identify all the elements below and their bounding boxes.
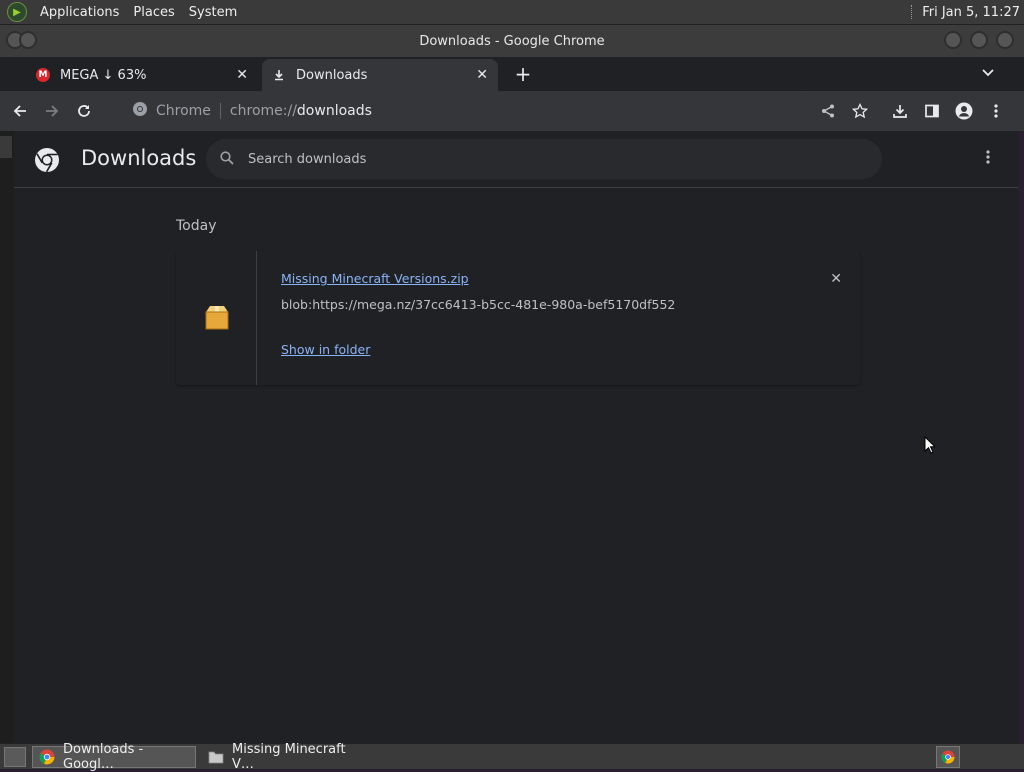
menu-system[interactable]: System (182, 5, 244, 20)
new-tab-button[interactable]: + (512, 63, 534, 85)
url-scheme: chrome:// (229, 103, 297, 119)
downloads-page: Downloads Today Missing Minecraft Versio… (14, 131, 1018, 743)
panel-separator (911, 5, 914, 19)
remove-from-list-icon[interactable]: ✕ (830, 271, 842, 287)
omnibox[interactable]: Chrome chrome://downloads (124, 95, 814, 127)
close-window-icon[interactable] (996, 31, 1014, 49)
folder-icon (208, 749, 224, 765)
clock[interactable]: Fri Jan 5, 11:27 (922, 5, 1020, 20)
toolbar-actions (812, 95, 1012, 127)
omnibox-divider (219, 103, 221, 119)
more-actions-icon[interactable] (986, 149, 990, 169)
search-input[interactable] (246, 150, 810, 168)
downloads-header: Downloads (14, 131, 1018, 188)
desktop-taskbar: Downloads - Googl… Missing Minecraft V… (0, 742, 1024, 772)
download-source-url: blob:https://mega.nz/37cc6413-b5cc-481e-… (281, 297, 676, 312)
background-window-edge (0, 131, 14, 743)
file-icon-column (176, 251, 257, 385)
page-title: Downloads (81, 146, 197, 170)
desktop-top-panel: ▶ Applications Places System Fri Jan 5, … (0, 0, 1024, 25)
taskbar-item-chrome[interactable]: Downloads - Googl… (32, 742, 196, 772)
site-chip-label: Chrome (156, 103, 211, 119)
background-window-fragment (0, 136, 12, 158)
menu-places[interactable]: Places (126, 5, 181, 20)
window-titlebar[interactable]: Downloads - Google Chrome (0, 25, 1024, 57)
minimize-icon[interactable] (944, 31, 962, 49)
window-shade-icon[interactable] (19, 31, 37, 49)
bookmark-star-icon[interactable] (844, 95, 876, 127)
taskbar-item-label: Downloads - Googl… (63, 741, 144, 772)
tab-downloads[interactable]: Downloads ✕ (262, 59, 498, 91)
chrome-logo-icon (34, 147, 60, 177)
profile-avatar-icon[interactable] (948, 95, 980, 127)
download-item: Missing Minecraft Versions.zip blob:http… (176, 251, 860, 385)
close-tab-icon[interactable]: ✕ (476, 67, 488, 83)
mega-icon: M (36, 68, 50, 82)
zip-archive-icon (204, 303, 230, 335)
window-title: Downloads - Google Chrome (419, 33, 605, 49)
close-tab-icon[interactable]: ✕ (236, 67, 248, 83)
distro-logo-icon[interactable]: ▶ (7, 2, 27, 22)
chrome-icon (39, 749, 55, 765)
show-desktop-icon[interactable] (4, 746, 26, 767)
chrome-site-icon (132, 101, 148, 121)
download-file-name-link[interactable]: Missing Minecraft Versions.zip (281, 271, 469, 286)
search-downloads-field[interactable] (206, 139, 882, 179)
back-icon[interactable] (4, 95, 36, 127)
show-in-folder-link[interactable]: Show in folder (281, 342, 370, 357)
tab-strip: M MEGA ↓ 63% ✕ Downloads ✕ + (0, 57, 1024, 91)
tab-label: MEGA ↓ 63% (60, 67, 147, 83)
menu-applications[interactable]: Applications (33, 5, 126, 20)
maximize-icon[interactable] (970, 31, 988, 49)
chrome-menu-icon[interactable] (980, 95, 1012, 127)
forward-icon[interactable] (36, 95, 68, 127)
browser-toolbar: Chrome chrome://downloads (0, 91, 1024, 131)
tab-label: Downloads (296, 67, 368, 83)
url-host: downloads (296, 103, 372, 119)
tab-search-icon[interactable] (982, 66, 994, 80)
mouse-cursor-icon (924, 435, 937, 458)
search-icon (220, 150, 234, 169)
downloads-toolbar-icon[interactable] (884, 95, 916, 127)
side-panel-icon[interactable] (916, 95, 948, 127)
date-header: Today (176, 218, 217, 234)
download-icon (272, 68, 286, 82)
tray-chrome-icon[interactable] (936, 746, 960, 768)
share-icon[interactable] (812, 95, 844, 127)
taskbar-item-folder[interactable]: Missing Minecraft V… (202, 742, 366, 772)
reload-icon[interactable] (68, 95, 100, 127)
taskbar-item-label: Missing Minecraft V… (232, 741, 346, 772)
tab-mega[interactable]: M MEGA ↓ 63% ✕ (26, 59, 258, 91)
clock-area[interactable]: Fri Jan 5, 11:27 (911, 5, 1024, 20)
